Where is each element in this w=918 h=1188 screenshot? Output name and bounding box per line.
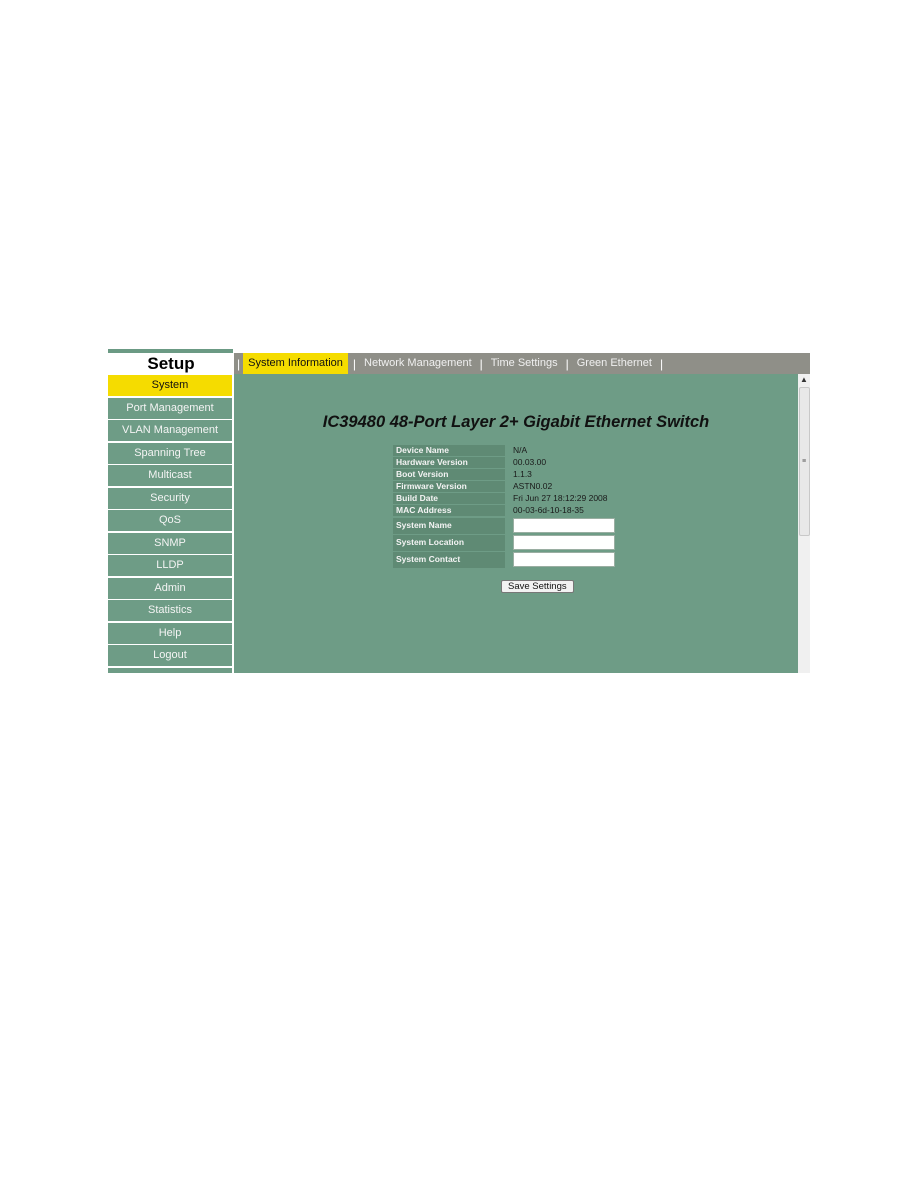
sidebar-item-qos[interactable]: QoS xyxy=(108,510,234,531)
info-value: ASTN0.02 xyxy=(513,481,553,491)
info-row-device-name: Device Name N/A xyxy=(393,445,615,457)
sidebar-item-snmp[interactable]: SNMP xyxy=(108,532,234,554)
tab-green-ethernet[interactable]: Green Ethernet xyxy=(574,353,655,374)
tab-separator: | xyxy=(352,356,357,371)
tab-separator: | xyxy=(659,356,664,371)
grip-icon: ≡ xyxy=(802,458,807,465)
sidebar-item-lldp[interactable]: LLDP xyxy=(108,555,234,576)
info-label: Device Name xyxy=(393,445,505,456)
info-label: Firmware Version xyxy=(393,481,505,492)
scrollbar-thumb[interactable]: ≡ xyxy=(799,387,810,536)
switch-web-ui: Setup System Port Management VLAN Manage… xyxy=(108,349,810,673)
tab-bar: | System Information | Network Managemen… xyxy=(234,353,810,374)
info-row-firmware-version: Firmware Version ASTN0.02 xyxy=(393,481,615,493)
sidebar-item-port-management[interactable]: Port Management xyxy=(108,397,234,419)
sidebar-title: Setup xyxy=(147,354,195,373)
tab-separator: | xyxy=(479,356,483,371)
tab-system-information[interactable]: System Information xyxy=(243,353,348,374)
field-label: System Name xyxy=(393,518,505,534)
page-title: IC39480 48-Port Layer 2+ Gigabit Etherne… xyxy=(322,413,710,431)
sidebar-item-statistics[interactable]: Statistics xyxy=(108,600,234,621)
tab-time-settings[interactable]: Time Settings xyxy=(488,353,561,374)
field-row-system-contact: System Contact xyxy=(393,552,615,568)
scroll-up-arrow-icon[interactable]: ▲ xyxy=(798,374,810,386)
tab-network-management[interactable]: Network Management xyxy=(361,353,475,374)
info-value: Fri Jun 27 18:12:29 2008 xyxy=(513,493,608,503)
field-label: System Contact xyxy=(393,552,505,568)
info-label: Boot Version xyxy=(393,469,505,480)
field-row-system-name: System Name xyxy=(393,518,615,534)
sidebar-item-security[interactable]: Security xyxy=(108,487,234,509)
info-value: 1.1.3 xyxy=(513,469,532,479)
info-row-mac-address: MAC Address 00-03-6d-10-18-35 xyxy=(393,505,615,517)
info-label: Build Date xyxy=(393,493,505,504)
field-label: System Location xyxy=(393,535,505,551)
vertical-scrollbar[interactable]: ▲ ≡ xyxy=(798,374,810,673)
system-name-input[interactable] xyxy=(513,518,615,533)
info-label: Hardware Version xyxy=(393,457,505,468)
info-value: N/A xyxy=(513,445,528,455)
sidebar-item-help[interactable]: Help xyxy=(108,622,234,644)
info-row-hardware-version: Hardware Version 00.03.00 xyxy=(393,457,615,469)
info-value: 00-03-6d-10-18-35 xyxy=(513,505,584,515)
sidebar-item-overflow xyxy=(108,667,234,673)
sidebar-item-multicast[interactable]: Multicast xyxy=(108,465,234,486)
tab-separator: | xyxy=(565,356,569,371)
info-row-build-date: Build Date Fri Jun 27 18:12:29 2008 xyxy=(393,493,615,505)
system-contact-input[interactable] xyxy=(513,552,615,567)
sidebar-nav: System Port Management VLAN Management S… xyxy=(108,375,234,673)
content-panel: IC39480 48-Port Layer 2+ Gigabit Etherne… xyxy=(234,374,798,673)
system-info-table: Device Name N/A Hardware Version 00.03.0… xyxy=(393,445,615,568)
sidebar-item-logout[interactable]: Logout xyxy=(108,645,234,666)
tab-separator: | xyxy=(237,356,241,371)
sidebar-item-spanning-tree[interactable]: Spanning Tree xyxy=(108,442,234,464)
info-value: 00.03.00 xyxy=(513,457,547,467)
save-settings-button[interactable]: Save Settings xyxy=(501,580,574,593)
sidebar: Setup System Port Management VLAN Manage… xyxy=(108,349,234,673)
info-row-boot-version: Boot Version 1.1.3 xyxy=(393,469,615,481)
info-label: MAC Address xyxy=(393,505,505,516)
sidebar-item-vlan-management[interactable]: VLAN Management xyxy=(108,420,234,441)
field-row-system-location: System Location xyxy=(393,535,615,551)
sidebar-item-system[interactable]: System xyxy=(108,375,234,396)
system-location-input[interactable] xyxy=(513,535,615,550)
sidebar-item-admin[interactable]: Admin xyxy=(108,577,234,599)
